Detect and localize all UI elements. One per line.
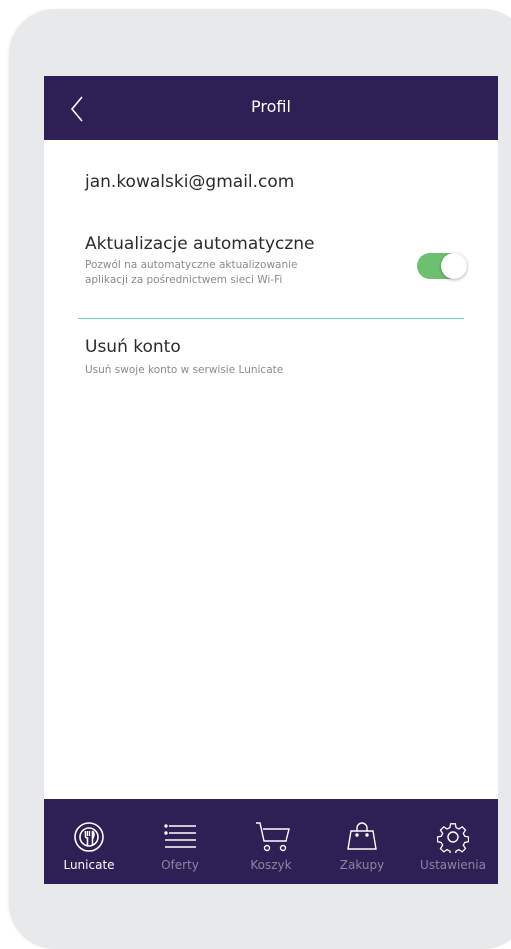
auto-update-title: Aktualizacje automatyczne — [85, 234, 315, 254]
delete-account-row[interactable]: Usuń konto Usuń swoje konto w serwisie L… — [44, 331, 498, 381]
auto-update-description-line2: aplikacji za pośrednictwem sieci Wi-Fi — [85, 274, 283, 286]
auto-update-toggle[interactable] — [417, 253, 467, 279]
bottom-navigation: Lunicate Oferty Koszyk Zakupy Ustawienia — [44, 799, 498, 884]
nav-label: Zakupy — [339, 858, 385, 872]
divider — [78, 318, 464, 319]
nav-item-lunicate[interactable]: Lunicate — [44, 799, 134, 884]
shopping-bag-icon — [347, 822, 377, 850]
delete-account-description: Usuń swoje konto w serwisie Lunicate — [85, 364, 284, 376]
gear-icon — [437, 823, 469, 853]
auto-update-description-line1: Pozwól na automatyczne aktualizowanie — [85, 259, 298, 271]
nav-item-oferty[interactable]: Oferty — [135, 799, 225, 884]
device-frame: Profil jan.kowalski@gmail.com Aktualizac… — [9, 9, 511, 949]
account-email: jan.kowalski@gmail.com — [85, 172, 295, 192]
nav-label: Koszyk — [250, 858, 292, 872]
delete-account-title: Usuń konto — [85, 337, 181, 357]
toggle-knob — [441, 253, 467, 279]
nav-item-koszyk[interactable]: Koszyk — [226, 799, 316, 884]
app-screen: Profil jan.kowalski@gmail.com Aktualizac… — [44, 76, 498, 884]
nav-item-zakupy[interactable]: Zakupy — [317, 799, 407, 884]
lunicate-logo-icon — [74, 822, 104, 852]
list-icon — [164, 824, 196, 848]
nav-label: Lunicate — [63, 858, 115, 872]
nav-label: Oferty — [161, 858, 199, 872]
page-title: Profil — [251, 97, 291, 116]
top-bar: Profil — [44, 76, 498, 140]
nav-label: Ustawienia — [420, 858, 486, 872]
cart-icon — [256, 822, 290, 852]
nav-item-ustawienia[interactable]: Ustawienia — [408, 799, 498, 884]
